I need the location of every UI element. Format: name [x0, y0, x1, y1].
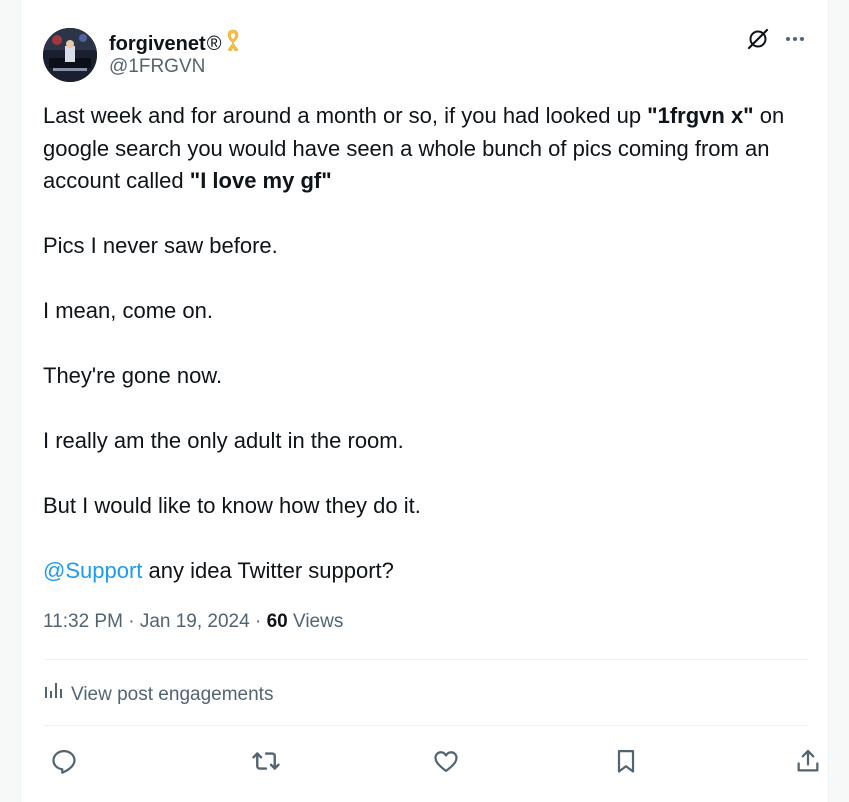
view-engagements-link[interactable]: View post engagements: [43, 680, 273, 710]
heart-icon: [432, 747, 460, 780]
divider: [43, 725, 808, 726]
avatar-image: [43, 28, 97, 82]
views-count: 60: [266, 611, 288, 632]
bold-account-name: "I love my gf": [189, 168, 332, 193]
like-button[interactable]: [425, 742, 467, 784]
post-paragraph-4: They're gone now.: [43, 363, 223, 388]
bookmark-icon: [612, 747, 640, 780]
post-meta: 11:32 PM · Jan 19, 2024 · 60 Views: [43, 611, 344, 632]
share-button[interactable]: [787, 742, 829, 784]
post-paragraph-3: I mean, come on.: [43, 298, 213, 323]
mention-link[interactable]: @Support: [43, 558, 142, 583]
post-paragraph-5: I really am the only adult in the room.: [43, 428, 404, 453]
post-time[interactable]: 11:32 PM: [43, 611, 123, 632]
divider: [43, 659, 808, 660]
grok-icon[interactable]: [746, 27, 770, 51]
bookmark-button[interactable]: [605, 742, 647, 784]
views-label: Views: [287, 611, 344, 632]
bold-search-term: "1frgvn x": [647, 103, 754, 128]
reply-button[interactable]: [43, 742, 85, 784]
avatar[interactable]: [43, 28, 97, 82]
engagements-label: View post engagements: [71, 684, 274, 705]
post-paragraph-6: But I would like to know how they do it.: [43, 493, 421, 518]
post-paragraph-7: @Support any idea Twitter support?: [43, 558, 394, 583]
author-name-text: forgivenet: [109, 32, 206, 55]
post-paragraph-1: Last week and for around a month or so, …: [43, 103, 785, 193]
action-bar: [43, 742, 819, 784]
retweet-icon: [251, 746, 281, 781]
post-paragraph-2: Pics I never saw before.: [43, 233, 278, 258]
more-icon[interactable]: [784, 28, 806, 50]
post-date[interactable]: Jan 19, 2024: [140, 611, 250, 632]
author-handle[interactable]: @1FRGVN: [109, 55, 205, 79]
share-icon: [794, 747, 822, 780]
bar-chart-icon: [43, 680, 63, 710]
post-card: forgivenet ® @1FRGVN Last week and for a…: [20, 0, 829, 802]
post-top-actions: [746, 27, 806, 51]
registered-mark: ®: [206, 32, 222, 55]
yellow-ribbon-icon: [225, 28, 241, 59]
post-text: Last week and for around a month or so, …: [43, 100, 803, 588]
reply-icon: [50, 747, 78, 780]
retweet-button[interactable]: [245, 742, 287, 784]
